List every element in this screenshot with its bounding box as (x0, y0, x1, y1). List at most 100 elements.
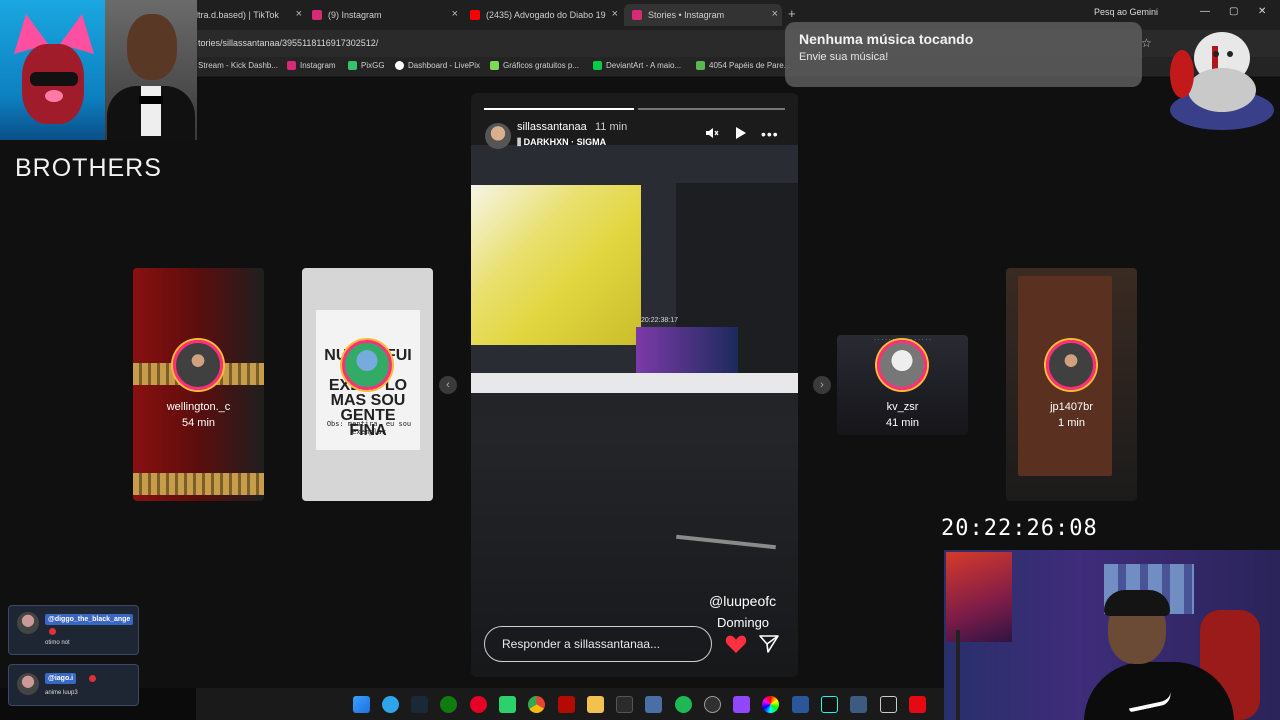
bookmark-label: Instagram (300, 61, 336, 70)
mini-webcam (636, 327, 738, 375)
bookmark-instagram[interactable]: Instagram (287, 61, 336, 70)
play-icon[interactable] (733, 126, 747, 140)
music-toast: Nenhuma música tocando Envie sua música! (785, 22, 1142, 87)
joker-poster (946, 552, 1012, 642)
spotify-icon[interactable] (675, 696, 692, 713)
progress-bar-1 (638, 108, 785, 110)
mute-icon[interactable] (705, 126, 719, 140)
badge-icon (89, 675, 96, 682)
gemini-button[interactable]: Pesq ao Gemini (1094, 7, 1158, 17)
story-username: wellington._c (166, 401, 231, 413)
sunglasses (30, 72, 78, 86)
capcut-icon[interactable] (880, 696, 897, 713)
bookmark-label: DeviantArt - A maio... (606, 61, 682, 70)
close-window-icon[interactable]: ✕ (1258, 6, 1266, 17)
pinterest-icon[interactable] (470, 696, 487, 713)
webcam-feed (944, 550, 1280, 720)
meme-caption: Obs: mentira, eu sou exemplar (326, 420, 412, 436)
steam-icon[interactable] (411, 696, 428, 713)
bookmark-label: Stream - Kick Dashb... (198, 61, 279, 70)
bookmark-label: Gráficos gratuitos p... (503, 61, 580, 70)
maximize-icon[interactable]: ▢ (1229, 6, 1238, 17)
windows-icon[interactable] (353, 696, 370, 713)
tab-instagram[interactable]: (9) Instagram × (312, 4, 462, 26)
decor-strip (133, 473, 264, 495)
bookmark-graficos[interactable]: Gráficos gratuitos p... (490, 61, 579, 70)
livepix-icon (395, 61, 404, 70)
edge-icon[interactable] (382, 696, 399, 713)
more-options-icon[interactable]: ••• (761, 126, 779, 142)
bookmark-star-icon[interactable]: ☆ (1141, 36, 1152, 50)
bookmark-label: Dashboard - LivePix (408, 61, 481, 70)
tab-tiktok[interactable]: ltra.d.based) | TikTok × (196, 4, 306, 26)
avatar (17, 612, 39, 634)
send-icon[interactable] (759, 634, 779, 654)
chat-message: @diggo_the_black_ange otimo not (8, 605, 139, 655)
next-story-button[interactable]: › (813, 376, 831, 394)
story-author-avatar[interactable] (485, 123, 511, 149)
terminal-icon[interactable] (616, 696, 633, 713)
chrome-icon[interactable] (528, 696, 545, 713)
word-icon[interactable] (792, 696, 809, 713)
story-mention[interactable]: @luupeofc (709, 593, 776, 609)
app-icon[interactable] (733, 696, 750, 713)
main-story-viewer: 20:22:38:17 sillassantanaa 11 min ⫼ DARK… (471, 93, 798, 677)
story-username: jp1407br (1050, 401, 1093, 413)
windows-taskbar (196, 688, 944, 720)
avatar (342, 340, 392, 390)
close-icon[interactable]: × (612, 8, 618, 20)
tab-title: (2435) Advogado do Diabo 19 (486, 10, 606, 20)
new-tab-button[interactable]: + (788, 6, 796, 21)
story-author-username[interactable]: sillassantanaa (517, 121, 587, 133)
yellow-area (471, 185, 641, 345)
cat-nose (45, 90, 63, 102)
instagram-icon (632, 10, 642, 20)
acrobat-icon[interactable] (558, 696, 575, 713)
story-time: 1 min (1058, 417, 1085, 429)
tab-title: ltra.d.based) | TikTok (196, 10, 279, 20)
calculator-icon[interactable] (645, 696, 662, 713)
story-song[interactable]: ⫼ DARKHXN · SIGMA (517, 137, 606, 148)
music-title: Nenhuma música tocando (799, 31, 974, 47)
close-icon[interactable]: × (452, 8, 458, 20)
heart-icon[interactable] (725, 634, 747, 654)
folder-icon[interactable] (587, 696, 604, 713)
tab-stories[interactable]: Stories • Instagram × (624, 4, 782, 26)
b-icon[interactable] (499, 696, 516, 713)
bookmark-kick[interactable]: Stream - Kick Dashb... (198, 61, 278, 70)
instagram-icon (287, 61, 296, 70)
deviantart-icon (593, 61, 602, 70)
avatar (1046, 340, 1096, 390)
colors-icon[interactable] (762, 696, 779, 713)
monitor-taskbar (471, 373, 798, 393)
close-icon[interactable]: × (296, 8, 302, 20)
bookmark-livepix[interactable]: Dashboard - LivePix (395, 61, 480, 70)
reply-input[interactable]: Responder a sillassantanaa... (484, 626, 712, 662)
previous-story-button[interactable]: ‹ (439, 376, 457, 394)
tripod (956, 630, 960, 720)
netflix-icon[interactable] (909, 696, 926, 713)
streamer (1084, 588, 1234, 720)
obs-icon[interactable] (704, 696, 721, 713)
bookmark-pixgg[interactable]: PixGG (348, 61, 385, 70)
chat-username: @diggo_the_black_ange (45, 614, 134, 625)
tiktok-icon[interactable] (821, 696, 838, 713)
xbox-icon[interactable] (440, 696, 457, 713)
youtube-icon (470, 10, 480, 20)
bookmark-papeis[interactable]: 4054 Papéis de Pare... (696, 61, 790, 70)
close-icon[interactable]: × (772, 8, 778, 20)
headset (1104, 590, 1170, 616)
app2-icon[interactable] (850, 696, 867, 713)
papeis-icon (696, 61, 705, 70)
minimize-icon[interactable]: — (1200, 6, 1210, 17)
bookmark-deviantart[interactable]: DeviantArt - A maio... (593, 61, 681, 70)
desk-edge (676, 534, 776, 550)
tab-youtube[interactable]: (2435) Advogado do Diabo 19 × (470, 4, 622, 26)
url-field[interactable]: tories/sillassantanaa/395511811691730251… (198, 38, 378, 48)
bookmark-label: PixGG (361, 61, 385, 70)
progress-bar-0 (484, 108, 634, 110)
music-subtitle: Envie sua música! (799, 51, 889, 63)
tab-title: Stories • Instagram (648, 10, 725, 20)
story-username: kv_zsr (886, 401, 919, 413)
badge-icon (49, 628, 56, 635)
